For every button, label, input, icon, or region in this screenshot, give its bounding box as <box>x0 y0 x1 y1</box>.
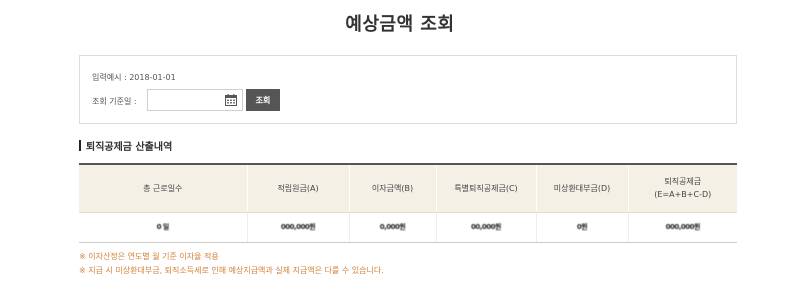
page-title: 예상금액 조회 <box>345 14 455 35</box>
section-title: 퇴직공제금 산출내역 <box>79 138 172 153</box>
note-payment: ※ 지급 시 미상환대부금, 퇴직소득세로 인해 예상지급액과 실제 지급액은 … <box>79 266 384 275</box>
date-input-wrapper <box>147 89 243 111</box>
header-unpaid-loan: 미상환대부금(D) <box>535 164 628 213</box>
header-retirement-deduction-line1: 퇴직공제금 <box>664 177 702 187</box>
input-example-text: 입력예시 : 2018-01-01 <box>92 73 176 82</box>
result-table: 총 근로일수 적립원금(A) 이자금액(B) 특별퇴직공제금(C) 미상환대부금… <box>79 163 737 243</box>
header-retirement-deduction-line2: (E=A+B+C-D) <box>654 190 712 200</box>
cell-principal: 000,000원 <box>246 212 349 243</box>
calendar-icon[interactable] <box>225 94 237 106</box>
search-button[interactable]: 조회 <box>246 89 280 111</box>
cell-unpaid-loan: 0원 <box>535 212 628 243</box>
section-title-text: 퇴직공제금 산출내역 <box>86 142 173 153</box>
date-label: 조회 기준일 : <box>92 97 137 106</box>
note-interest: ※ 이자산정은 연도별 월 기준 이자율 적용 <box>79 252 219 261</box>
header-principal: 적립원금(A) <box>246 164 349 213</box>
header-special-deduction: 특별퇴직공제금(C) <box>435 164 536 213</box>
table-row: 0 일 000,000원 0,000원 00,000원 0원 000,000원 <box>79 212 737 243</box>
header-interest: 이자금액(B) <box>348 164 436 213</box>
cell-total-workdays: 0 일 <box>79 212 247 243</box>
search-box: 입력예시 : 2018-01-01 조회 기준일 : 조회 <box>79 55 737 124</box>
header-total-workdays: 총 근로일수 <box>79 164 247 213</box>
cell-retirement-deduction: 000,000원 <box>627 212 737 243</box>
notes: ※ 이자산정은 연도별 월 기준 이자율 적용 ※ 지급 시 미상환대부금, 퇴… <box>79 250 384 278</box>
cell-interest: 0,000원 <box>348 212 436 243</box>
cell-special-deduction: 00,000원 <box>435 212 536 243</box>
header-retirement-deduction: 퇴직공제금 (E=A+B+C-D) <box>627 164 737 213</box>
date-input[interactable] <box>148 90 222 110</box>
section-title-bar <box>79 140 81 151</box>
table-header-row: 총 근로일수 적립원금(A) 이자금액(B) 특별퇴직공제금(C) 미상환대부금… <box>79 164 737 213</box>
